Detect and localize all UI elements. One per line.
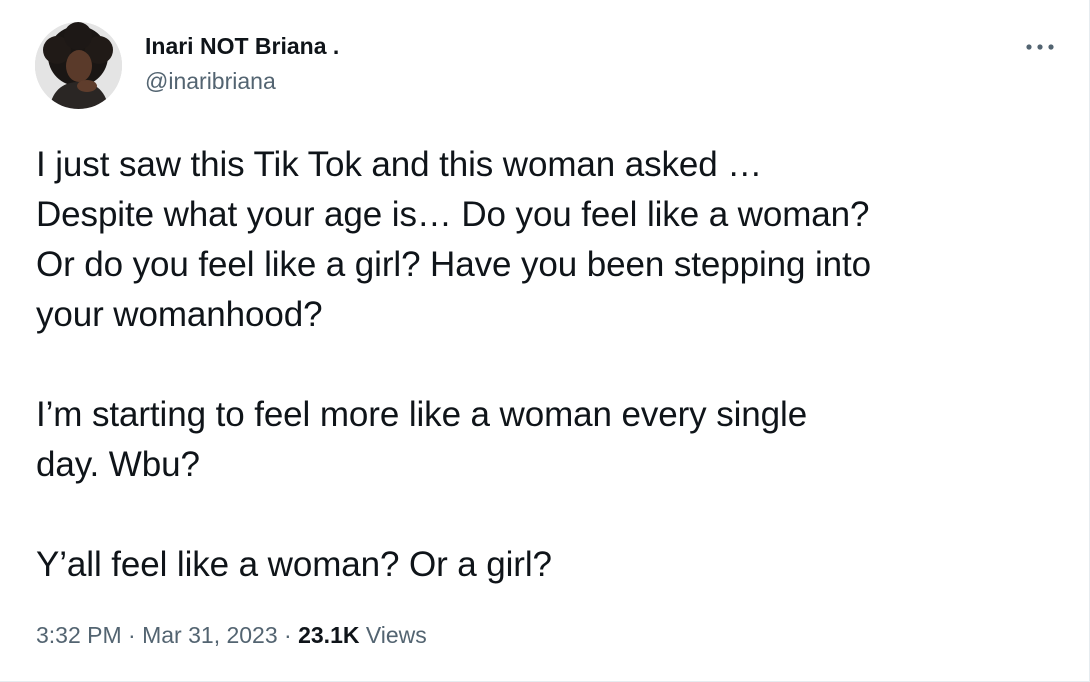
tweet-time[interactable]: 3:32 PM — [36, 622, 122, 648]
tweet-card: Inari NOT Briana . @inaribriana I just s… — [0, 0, 1090, 682]
tweet-meta: 3:32 PM · Mar 31, 2023 · 23.1K Views — [36, 620, 427, 650]
tweet-text-line: day. Wbu? — [36, 445, 200, 484]
author-display-name[interactable]: Inari NOT Briana . — [145, 32, 339, 60]
meta-separator: · — [284, 622, 292, 648]
profile-photo-icon — [35, 22, 122, 109]
tweet-text-line: your womanhood? — [36, 295, 323, 334]
ellipsis-icon — [1026, 44, 1054, 50]
meta-separator: · — [128, 622, 136, 648]
author-handle[interactable]: @inaribriana — [145, 67, 276, 95]
tweet-text-line: Or do you feel like a girl? Have you bee… — [36, 245, 872, 284]
views-label: Views — [365, 622, 427, 648]
tweet-text-line: I’m starting to feel more like a woman e… — [36, 395, 808, 434]
tweet-text-line: Y’all feel like a woman? Or a girl? — [36, 545, 552, 584]
tweet-date[interactable]: Mar 31, 2023 — [142, 622, 278, 648]
views-count: 23.1K — [298, 622, 360, 648]
more-options-button[interactable] — [1020, 30, 1060, 64]
tweet-text: I just saw this Tik Tok and this woman a… — [36, 140, 1066, 590]
tweet-text-line: Despite what your age is… Do you feel li… — [36, 195, 870, 234]
tweet-text-line: I just saw this Tik Tok and this woman a… — [36, 145, 763, 184]
avatar[interactable] — [35, 22, 122, 109]
